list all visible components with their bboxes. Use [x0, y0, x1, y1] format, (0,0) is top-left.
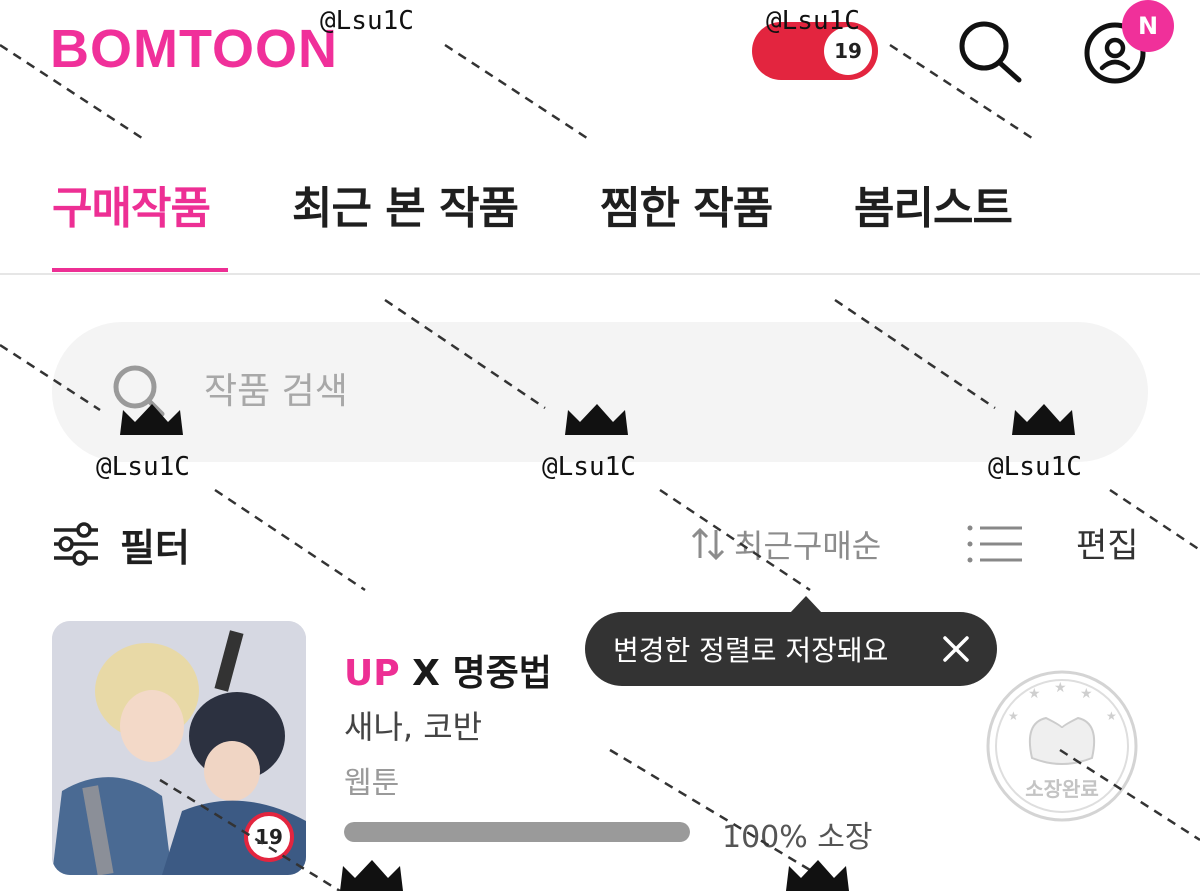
tab-bomlist[interactable]: 봄리스트	[854, 172, 1013, 236]
svg-text:★: ★	[1008, 709, 1019, 723]
header-search-button[interactable]	[955, 18, 1025, 84]
owned-complete-stamp: ★ ★ ★ ★ ★ 소장완료	[986, 670, 1138, 822]
list-view-icon[interactable]	[966, 520, 1026, 568]
close-icon[interactable]	[937, 630, 975, 668]
logo[interactable]: BOMTOON	[50, 22, 338, 76]
tooltip-text: 변경한 정렬로 저장돼요	[613, 634, 889, 667]
tab-recently-viewed[interactable]: 최근 본 작품	[292, 172, 519, 236]
svg-text:★: ★	[1028, 686, 1041, 702]
new-notification-badge: N	[1122, 0, 1174, 52]
sort-arrows-icon	[691, 527, 725, 561]
svg-text:★: ★	[1054, 680, 1067, 696]
tab-purchased[interactable]: 구매작품	[52, 172, 211, 236]
tab-wishlist[interactable]: 찜한 작품	[600, 172, 773, 236]
search-input[interactable]	[204, 362, 804, 420]
filter-label: 필터	[120, 525, 190, 570]
watermark-handle: @Lsu1C	[542, 452, 636, 482]
watermark-handle: @Lsu1C	[988, 452, 1082, 482]
stamp-text: 소장완료	[1025, 777, 1099, 801]
watermark-handle: @Lsu1C	[96, 452, 190, 482]
ownership-progress-fill	[344, 822, 690, 842]
comic-category: 웹툰	[344, 766, 400, 801]
search-icon	[113, 365, 165, 417]
active-tab-indicator	[52, 268, 228, 272]
comic-title: X 명중법	[412, 653, 552, 694]
ownership-progress-bar	[344, 822, 690, 842]
watermark-handle: @Lsu1C	[320, 6, 414, 36]
search-icon	[959, 21, 1022, 83]
edit-button[interactable]: 편집	[1076, 518, 1139, 567]
filter-icon	[54, 522, 98, 566]
watermark-handle: @Lsu1C	[766, 6, 860, 36]
comic-authors: 새나, 코반	[344, 708, 483, 746]
comic-title-row[interactable]: UP X 명중법	[344, 644, 552, 696]
svg-text:★: ★	[1080, 686, 1093, 702]
tooltip-arrow	[790, 596, 822, 613]
app-header: BOMTOON 19 N	[0, 0, 1200, 120]
sort-saved-tooltip: 변경한 정렬로 저장돼요	[585, 612, 997, 686]
svg-text:★: ★	[1106, 709, 1117, 723]
sort-label: 최근구매순	[734, 527, 882, 565]
ownership-progress-label: 100% 소장	[722, 820, 873, 855]
filter-button[interactable]: 필터	[52, 516, 190, 572]
library-tabs: 구매작품 최근 본 작품 찜한 작품 봄리스트	[0, 160, 1200, 275]
update-tag: UP	[344, 653, 400, 694]
sort-button[interactable]: 최근구매순	[688, 518, 881, 570]
age-rating-badge: 19	[244, 812, 294, 862]
